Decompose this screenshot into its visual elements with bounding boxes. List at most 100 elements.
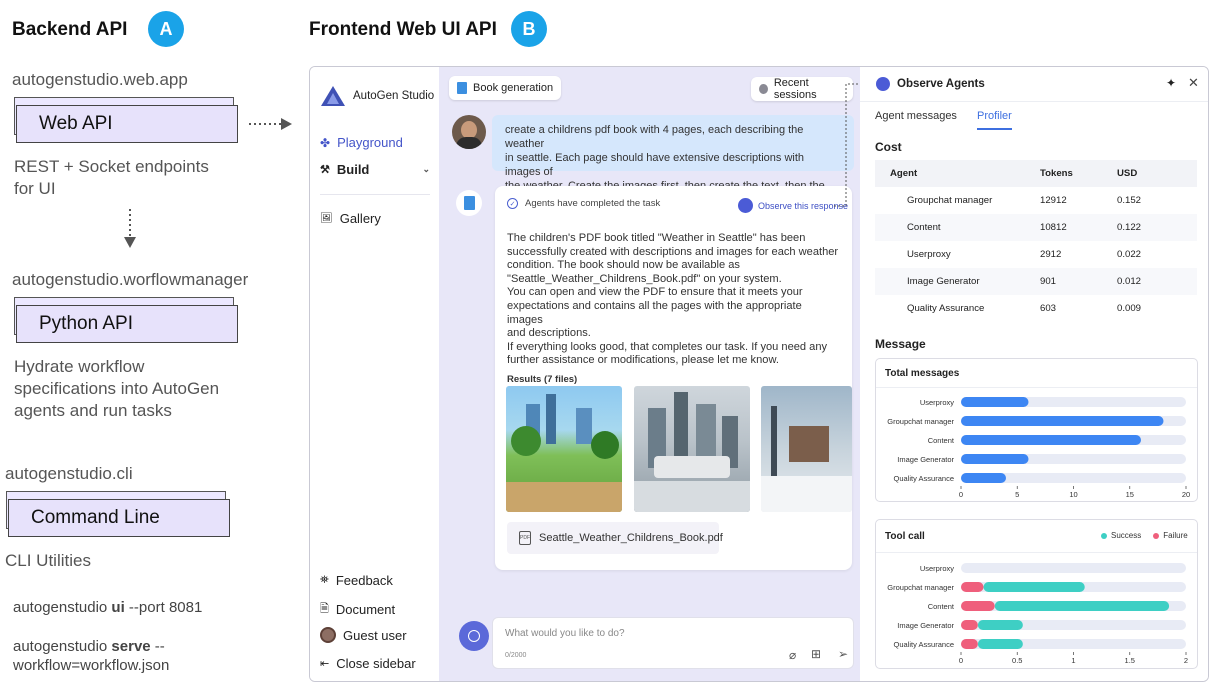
chat-input-box[interactable]: What would you like to do? 0/2000 ⌀ ⊞ ➢ (492, 617, 854, 669)
tool-call-legend: Success Failure (1101, 531, 1188, 540)
cli-command-ui: autogenstudio ui --port 8081 (13, 598, 202, 617)
observe-agents-panel: Observe Agents ✦ ✕ Agent messages Profil… (860, 67, 1208, 681)
response-line: and descriptions. (507, 327, 591, 340)
bug-icon: ⛯ (320, 574, 329, 586)
session-title-text: Book generation (473, 82, 554, 94)
bar (961, 582, 984, 592)
cell-usd: 0.152 (1117, 195, 1142, 206)
close-icon[interactable]: ✕ (1188, 75, 1199, 91)
chat-area: Book generation Recent sessions create a… (439, 67, 860, 681)
table-row: Userproxy 2912 0.022 (875, 241, 1197, 268)
header-usd: USD (1117, 168, 1138, 179)
task-status: ✓ Agents have completed the task (507, 198, 660, 209)
pdf-file-icon: PDF (519, 531, 531, 545)
tab-profiler-underline (977, 128, 1012, 130)
agent-avatar (456, 190, 482, 216)
agent-response-card: ✓ Agents have completed the task Observe… (495, 186, 852, 570)
sidebar-divider (320, 194, 430, 195)
tool-call-chart: Userproxy Groupchat manager Content Image G… (887, 563, 1188, 665)
app-logo[interactable]: AutoGen Studio (320, 85, 434, 107)
result-image-city[interactable] (634, 386, 750, 512)
result-image-snow[interactable] (761, 386, 852, 512)
tab-profiler[interactable]: Profiler (977, 110, 1012, 122)
arrow-down-icon (124, 209, 136, 248)
bar (994, 601, 1170, 611)
cell-tokens: 603 (1040, 303, 1057, 314)
tick-label: 5 (1015, 490, 1019, 499)
sidebar-item-label: Document (335, 602, 396, 617)
cost-table: Agent Tokens USD Groupchat manager 12912… (875, 160, 1197, 322)
tick-label: Quality Assurance (894, 474, 954, 483)
user-message-line: in seattle. Each page should have extens… (505, 152, 805, 178)
panel-header-divider (860, 101, 1208, 102)
bar (961, 639, 978, 649)
sidebar-item-document[interactable]: 🗎 Document (320, 600, 395, 619)
check-circle-icon: ✓ (507, 198, 518, 209)
python-api-desc: Hydrate workflow specifications into Aut… (14, 356, 219, 422)
card-divider (876, 387, 1197, 388)
response-line: You can open and view the PDF to ensure … (507, 286, 803, 299)
results-label: Results (7 files) (507, 373, 578, 385)
sidebar-item-gallery[interactable]: 🖼 Gallery (320, 211, 381, 226)
pin-icon[interactable]: ✦ (1166, 76, 1176, 90)
total-messages-chart: Userproxy Groupchat manager Content Image G… (887, 397, 1190, 499)
tab-agent-messages[interactable]: Agent messages (875, 110, 957, 122)
observe-icon (738, 198, 753, 213)
book-icon (457, 82, 467, 94)
chat-input-placeholder[interactable]: What would you like to do? (505, 628, 625, 639)
pdf-file-name: Seattle_Weather_Childrens_Book.pdf (539, 532, 723, 544)
user-message-line: create a childrens pdf book with 4 pages… (505, 124, 804, 150)
response-line: successfully created with descriptions a… (507, 245, 839, 258)
python-api-desc-line: Hydrate workflow (14, 357, 145, 376)
sidebar-item-label: Close sidebar (336, 656, 416, 671)
python-api-desc-line: specifications into AutoGen (14, 379, 220, 398)
web-api-desc: REST + Socket endpoints for UI (14, 156, 209, 200)
grid-icon[interactable]: ⊞ (811, 647, 821, 661)
table-row: Image Generator 901 0.012 (875, 268, 1197, 295)
cmd-keyword: serve (111, 638, 151, 655)
user-avatar (452, 115, 486, 149)
response-line: condition. The book should now be availa… (507, 259, 740, 272)
bar (961, 620, 978, 630)
sidebar-item-label: Build (336, 162, 370, 177)
playground-icon: ✤ (320, 135, 331, 150)
tick-label: 20 (1182, 490, 1190, 499)
response-line: If everything looks good, that completes… (507, 340, 828, 353)
web-api-box: Web API (16, 105, 238, 143)
tick-label: Image Generator (897, 455, 954, 464)
char-count: 0/2000 (505, 652, 527, 659)
send-icon[interactable]: ➢ (838, 647, 848, 661)
session-title[interactable]: Book generation (449, 76, 562, 100)
bar (961, 454, 1029, 464)
pdf-file-chip[interactable]: PDF Seattle_Weather_Childrens_Book.pdf (507, 522, 723, 554)
result-image-park[interactable] (506, 386, 622, 512)
tick-label: 0 (959, 656, 963, 665)
sidebar-item-feedback[interactable]: ⛯ Feedback (320, 573, 393, 588)
header-agent: Agent (890, 168, 918, 179)
tick-label: Quality Assurance (894, 640, 954, 649)
arrow-right-icon (249, 118, 292, 130)
autogen-logo-icon (321, 86, 345, 106)
sidebar: AutoGen Studio ✤ Playground ⚒ Build ⌄ 🖼 … (310, 67, 439, 681)
card-divider (876, 552, 1197, 553)
bar (961, 473, 1006, 483)
app-name: AutoGen Studio (353, 90, 435, 102)
sidebar-item-build[interactable]: ⚒ Build ⌄ (320, 162, 430, 177)
chat-bot-icon (459, 621, 489, 651)
sidebar-item-label: Playground (337, 135, 403, 150)
python-api-desc-line: agents and run tasks (14, 401, 172, 420)
sidebar-item-guest-user[interactable]: Guest user (320, 627, 407, 643)
sidebar-item-playground[interactable]: ✤ Playground (320, 135, 403, 150)
cell-agent: Quality Assurance (907, 303, 985, 314)
bar (983, 582, 1085, 592)
bar (977, 639, 1023, 649)
cell-agent: Userproxy (907, 249, 951, 260)
cmd-text: --port 8081 (124, 599, 203, 616)
sidebar-item-label: Guest user (343, 627, 407, 643)
cell-usd: 0.009 (1117, 303, 1142, 314)
attach-icon[interactable]: ⌀ (789, 648, 796, 662)
cell-agent: Content (907, 222, 941, 233)
sidebar-item-close-sidebar[interactable]: ⇤ Close sidebar (320, 656, 416, 671)
tick-label: 15 (1126, 490, 1134, 499)
cmd-text: autogenstudio (13, 599, 112, 616)
